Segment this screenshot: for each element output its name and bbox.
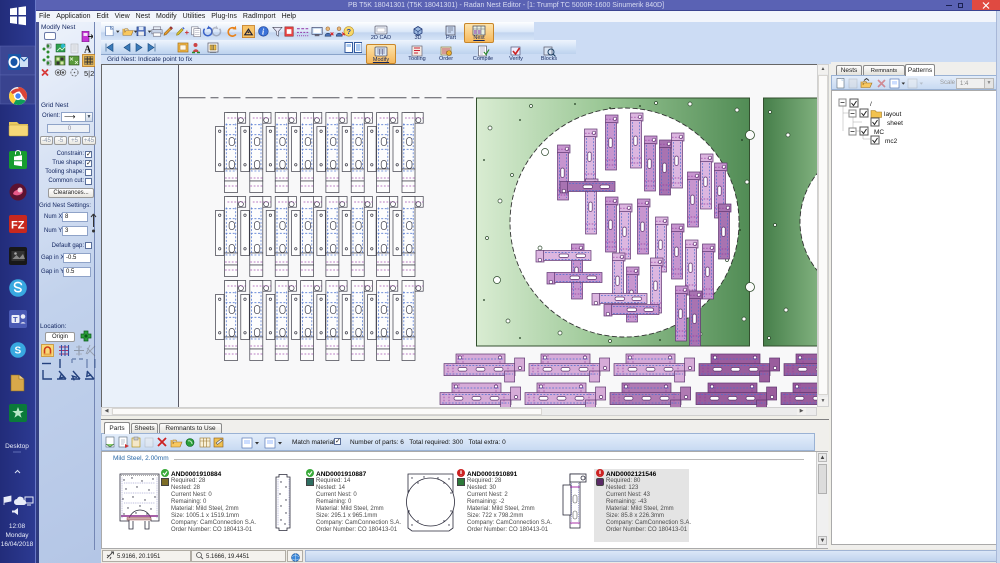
svg-text:mc2: mc2 <box>885 138 898 145</box>
svg-text:Monday: Monday <box>5 532 29 539</box>
svg-text:Desktop: Desktop <box>5 443 29 450</box>
svg-text:12:08: 12:08 <box>9 523 26 530</box>
svg-text:5|2: 5|2 <box>84 69 94 78</box>
svg-text:S: S <box>15 346 22 357</box>
svg-text:layout: layout <box>884 111 902 118</box>
svg-text:16/04/2018: 16/04/2018 <box>1 541 34 548</box>
svg-text:?: ? <box>346 27 351 36</box>
svg-text:/: / <box>870 101 872 108</box>
svg-text:MC: MC <box>874 129 884 136</box>
svg-text:FZ: FZ <box>11 220 25 232</box>
svg-text:T: T <box>13 315 18 324</box>
svg-text:A: A <box>84 45 92 56</box>
svg-text:sheet: sheet <box>887 120 903 127</box>
